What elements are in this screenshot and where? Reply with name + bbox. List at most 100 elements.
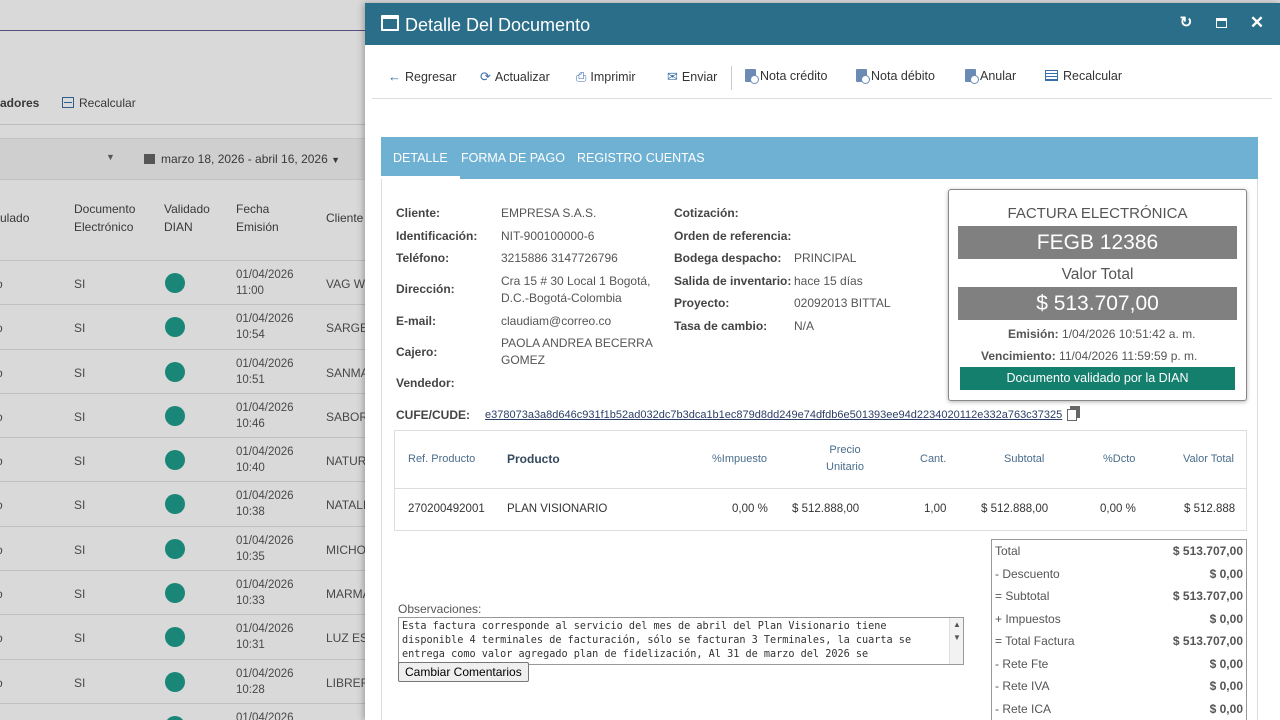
document-detail-modal: Detalle Del Documento ↻ ✕ ← Regresar ⟳ Act… bbox=[365, 3, 1280, 720]
header-precio-l1: Precio bbox=[829, 444, 861, 456]
totals-value: $ 0,00 bbox=[1209, 611, 1243, 626]
arrow-left-icon: ← bbox=[388, 69, 401, 84]
valor-total-label: Valor Total bbox=[1061, 266, 1134, 283]
document-icon bbox=[965, 69, 979, 84]
actualizar-button[interactable]: ⟳ Actualizar bbox=[480, 69, 550, 85]
copy-icon[interactable] bbox=[1067, 406, 1080, 421]
email-label: E-mail: bbox=[396, 314, 437, 328]
header-precio-l2: Unitario bbox=[826, 461, 864, 473]
salida-inventario-value: hace 15 días bbox=[794, 274, 863, 288]
cajero-line1: PAOLA ANDREA BECERRA bbox=[501, 336, 653, 350]
header-impuesto: %Impuesto bbox=[712, 453, 768, 465]
regresar-button[interactable]: ← Regresar bbox=[388, 69, 456, 84]
document-icon bbox=[856, 69, 870, 84]
totals-label: - Rete IVA bbox=[995, 679, 1050, 693]
totals-label: = Subtotal bbox=[995, 589, 1050, 603]
nota-debito-button[interactable]: Nota débito bbox=[856, 69, 935, 84]
imprimir-button[interactable]: ⎙ Imprimir bbox=[576, 69, 636, 85]
totals-value: $ 513.707,00 bbox=[1172, 634, 1243, 648]
email-value: claudiam@correo.co bbox=[501, 314, 612, 328]
imprimir-label: Imprimir bbox=[590, 70, 636, 84]
cufe-link[interactable]: e378073a3a8d646c931f1b52ad032dc7b3dca1b1… bbox=[485, 409, 1062, 421]
print-icon: ⎙ bbox=[576, 69, 587, 84]
nota-credito-button[interactable]: Nota crédito bbox=[745, 69, 828, 84]
cell-subtotal: $ 512.888,00 bbox=[981, 503, 1049, 515]
direccion-line2: D.C.-Bogotá-Colombia bbox=[501, 291, 622, 305]
vencimiento-line: Vencimiento: 11/04/2026 11:59:59 p. m. bbox=[949, 349, 1246, 363]
recalcular-label: Recalcular bbox=[1063, 69, 1123, 83]
bodega-value: PRINCIPAL bbox=[794, 251, 857, 265]
totals-label: - Rete ICA bbox=[995, 701, 1052, 716]
cell-dcto: 0,00 % bbox=[1100, 503, 1136, 515]
nota-debito-label: Nota débito bbox=[871, 69, 935, 83]
cell-cant: 1,00 bbox=[924, 503, 947, 515]
nota-credito-label: Nota crédito bbox=[760, 69, 828, 83]
refresh-icon: ⟳ bbox=[480, 69, 491, 84]
totals-label: = Total Factura bbox=[995, 634, 1075, 648]
header-ref-producto: Ref. Producto bbox=[408, 453, 476, 465]
totals-value: $ 0,00 bbox=[1209, 679, 1243, 693]
tab-detalle[interactable]: DETALLE bbox=[381, 137, 460, 179]
cell-producto: PLAN VISIONARIO bbox=[507, 503, 608, 515]
vencimiento-value: 11/04/2026 11:59:59 p. m. bbox=[1059, 349, 1198, 363]
modal-titlebar: Detalle Del Documento ↻ ✕ bbox=[365, 3, 1280, 45]
scroll-up-icon[interactable]: ▲ bbox=[953, 620, 961, 629]
toolbar-divider bbox=[731, 66, 732, 90]
enviar-button[interactable]: ✉ Enviar bbox=[667, 69, 717, 85]
header-cant: Cant. bbox=[920, 453, 947, 465]
cufe-label: CUFE/CUDE: bbox=[396, 408, 470, 422]
orden-referencia-label: Orden de referencia: bbox=[674, 229, 792, 243]
valor-total-amount: $ 513.707,00 bbox=[958, 287, 1237, 320]
emision-line: Emisión: 1/04/2026 10:51:42 a. m. bbox=[949, 327, 1246, 341]
totals-row: - Rete IVA $ 0,00 bbox=[992, 675, 1246, 698]
cell-valor-total: $ 512.888 bbox=[1184, 503, 1236, 515]
totals-label: + Impuestos bbox=[995, 611, 1061, 626]
totals-row: - Rete Fte $ 0,00 bbox=[992, 653, 1246, 676]
totals-label: - Descuento bbox=[995, 566, 1060, 581]
products-table: Ref. Producto Producto %Impuesto Precio U… bbox=[394, 430, 1247, 531]
totals-row: - Rete ICA $ 0,00 bbox=[992, 698, 1246, 720]
proyecto-label: Proyecto: bbox=[674, 296, 730, 310]
telefono-value: 3215886 3147726796 bbox=[501, 251, 618, 265]
document-type: FACTURA ELECTRÓNICA bbox=[1007, 205, 1188, 222]
cell-precio: $ 512.888,00 bbox=[792, 503, 860, 515]
enviar-label: Enviar bbox=[681, 70, 718, 84]
maximize-icon[interactable] bbox=[1212, 14, 1230, 32]
emision-label: Emisión: bbox=[1008, 327, 1059, 341]
detail-content: Cliente: EMPRESA S.A.S. Identificación: … bbox=[381, 179, 1258, 720]
header-subtotal: Subtotal bbox=[1004, 453, 1045, 465]
tab-forma-de-pago[interactable]: FORMA DE PAGO bbox=[461, 151, 565, 165]
vendedor-label: Vendedor: bbox=[396, 376, 455, 390]
recalcular-button[interactable]: Recalcular bbox=[1045, 69, 1122, 83]
direccion-line1: Cra 15 # 30 Local 1 Bogotá, bbox=[501, 274, 651, 288]
proyecto-value: 02092013 BITTAL bbox=[794, 296, 891, 310]
observaciones-textarea[interactable]: Esta factura corresponde al servicio del… bbox=[398, 617, 964, 665]
totals-label: - Rete Fte bbox=[995, 656, 1049, 671]
totals-value: $ 0,00 bbox=[1209, 701, 1243, 716]
textarea-scrollbar[interactable]: ▲ ▼ bbox=[949, 618, 963, 664]
header-producto: Producto bbox=[507, 452, 560, 466]
envelope-icon: ✉ bbox=[667, 69, 678, 84]
detail-tabs: DETALLE FORMA DE PAGO REGISTRO CUENTAS bbox=[381, 137, 1258, 179]
totals-value: $ 0,00 bbox=[1209, 566, 1243, 581]
actualizar-label: Actualizar bbox=[494, 70, 550, 84]
regresar-label: Regresar bbox=[405, 70, 457, 84]
window-icon bbox=[381, 15, 399, 31]
invoice-number: FEGB 12386 bbox=[958, 226, 1237, 259]
cambiar-comentarios-button[interactable]: Cambiar Comentarios bbox=[398, 662, 529, 682]
document-icon bbox=[745, 69, 759, 84]
totals-value: $ 513.707,00 bbox=[1172, 544, 1243, 558]
header-dcto: %Dcto bbox=[1103, 453, 1136, 465]
anular-button[interactable]: Anular bbox=[965, 69, 1016, 84]
table-icon bbox=[1045, 70, 1058, 81]
close-icon[interactable]: ✕ bbox=[1248, 14, 1266, 32]
totals-row: Total $ 513.707,00 bbox=[992, 540, 1246, 563]
header-valor-total: Valor Total bbox=[1183, 453, 1234, 465]
refresh-icon[interactable]: ↻ bbox=[1177, 14, 1195, 32]
totals-value: $ 513.707,00 bbox=[1172, 589, 1243, 603]
cajero-line2: GOMEZ bbox=[501, 353, 545, 367]
cliente-value: EMPRESA S.A.S. bbox=[501, 206, 597, 220]
totals-row: = Subtotal $ 513.707,00 bbox=[992, 585, 1246, 608]
scroll-down-icon[interactable]: ▼ bbox=[953, 633, 961, 642]
tab-registro-cuentas[interactable]: REGISTRO CUENTAS bbox=[577, 151, 705, 165]
